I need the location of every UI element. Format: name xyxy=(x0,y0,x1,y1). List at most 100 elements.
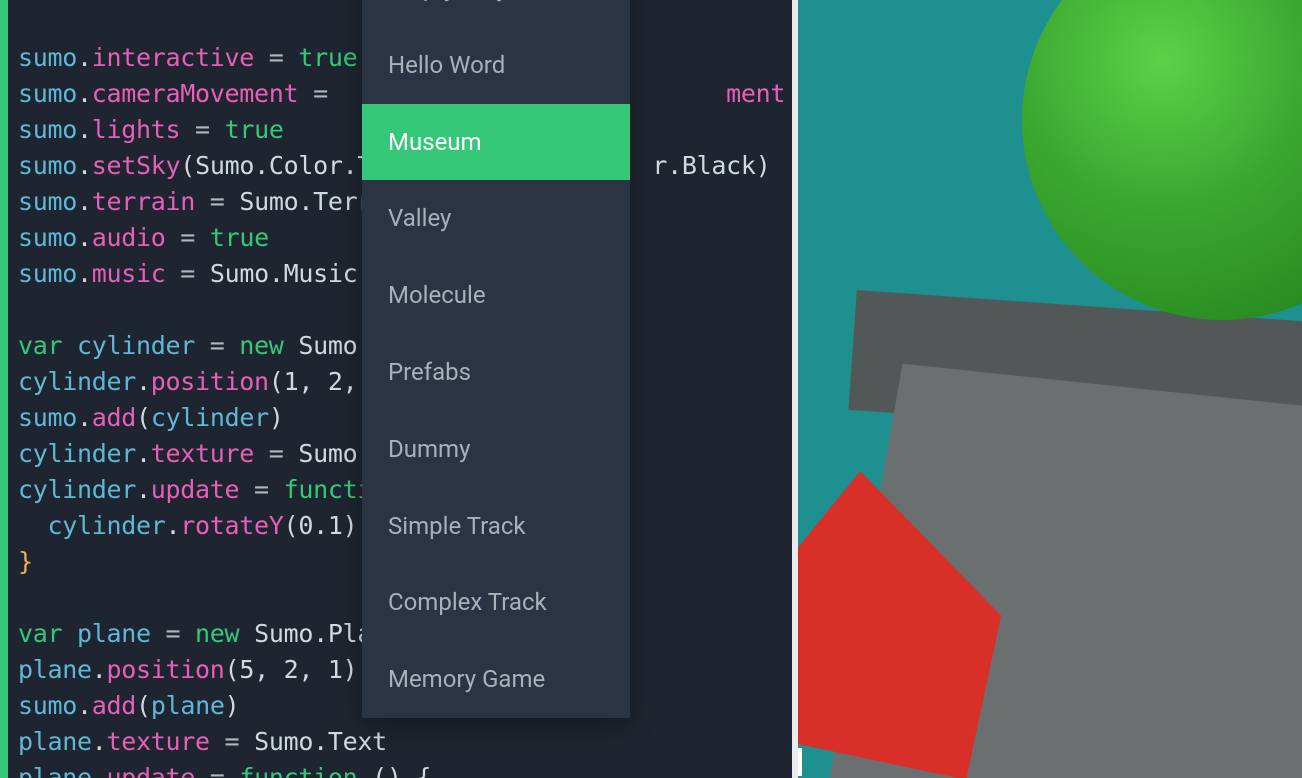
code-token: interactive xyxy=(92,43,254,72)
dropdown-item-simple-track[interactable]: Simple Track xyxy=(362,488,630,565)
code-token: ) xyxy=(343,511,358,540)
code-token: = xyxy=(195,187,239,216)
code-token: . xyxy=(92,763,107,778)
code-token: = xyxy=(195,763,239,778)
code-token: . xyxy=(785,79,788,108)
dropdown-item-hello-word[interactable]: Hello Word xyxy=(362,27,630,104)
code-token: ( xyxy=(225,655,240,684)
code-token: . xyxy=(77,187,92,216)
code-token: ( xyxy=(284,511,299,540)
dropdown-item-valley[interactable]: Valley xyxy=(362,180,630,257)
code-token: ( xyxy=(136,691,151,720)
code-token: , xyxy=(254,655,284,684)
editor-gutter-highlight xyxy=(0,0,8,778)
code-token: plane xyxy=(18,727,92,756)
preview-viewport[interactable] xyxy=(792,0,1302,778)
code-token: Sumo xyxy=(239,187,298,216)
code-token: 2 xyxy=(328,367,343,396)
code-token: . xyxy=(136,475,151,504)
code-token: terrain xyxy=(92,187,195,216)
code-token: setSky xyxy=(92,151,181,180)
code-token: . xyxy=(254,151,269,180)
code-token: . xyxy=(92,655,107,684)
code-line[interactable]: plane.texture = Sumo.Text xyxy=(18,724,788,760)
code-token: . xyxy=(77,115,92,144)
code-token: Color xyxy=(269,151,343,180)
code-token: ) xyxy=(269,403,284,432)
code-token: Sumo xyxy=(298,439,357,468)
code-token: . xyxy=(343,151,358,180)
code-token: Sumo xyxy=(298,331,357,360)
code-token: plane xyxy=(151,691,225,720)
code-token: . xyxy=(166,511,181,540)
code-token: . xyxy=(667,151,682,180)
code-token: = xyxy=(210,727,254,756)
code-token: () { xyxy=(372,763,431,778)
code-token: plane xyxy=(18,655,92,684)
code-token: ) xyxy=(756,151,771,180)
code-token: = xyxy=(166,223,210,252)
code-token: true xyxy=(298,43,357,72)
dropdown-item-prefabs[interactable]: Prefabs xyxy=(362,334,630,411)
code-token: = xyxy=(166,259,210,288)
code-token: cylinder xyxy=(18,475,136,504)
code-token: position xyxy=(107,655,225,684)
code-token: new xyxy=(239,331,298,360)
code-token: . xyxy=(77,403,92,432)
dropdown-item-molecule[interactable]: Molecule xyxy=(362,257,630,334)
code-token: = xyxy=(195,331,239,360)
code-token: sumo xyxy=(18,43,77,72)
code-token: } xyxy=(18,547,33,576)
dropdown-item-complex-track[interactable]: Complex Track xyxy=(362,564,630,641)
code-token: = xyxy=(151,619,195,648)
code-token: sumo xyxy=(18,151,77,180)
code-token: sumo xyxy=(18,79,77,108)
code-token: true xyxy=(225,115,284,144)
code-token: = xyxy=(180,115,224,144)
code-token: . xyxy=(269,259,284,288)
code-line[interactable]: plane.update = function () { xyxy=(18,760,788,778)
code-token: position xyxy=(151,367,269,396)
dropdown-item-dummy[interactable]: Dummy xyxy=(362,411,630,488)
code-token: update xyxy=(107,763,196,778)
code-token: cylinder xyxy=(18,439,136,468)
dropdown-item-museum[interactable]: Museum xyxy=(362,104,630,181)
code-token: plane xyxy=(77,619,151,648)
code-token: add xyxy=(92,403,136,432)
code-token: Sumo xyxy=(254,619,313,648)
dropdown-item-memory-game[interactable]: Memory Game xyxy=(362,641,630,718)
code-token: 0.1 xyxy=(298,511,342,540)
code-token: cylinder xyxy=(77,331,195,360)
code-token: ( xyxy=(180,151,195,180)
dropdown-item-empty-project[interactable]: Empty Project xyxy=(362,0,630,27)
code-token: var xyxy=(18,619,77,648)
code-token: audio xyxy=(92,223,166,252)
code-token: ( xyxy=(269,367,284,396)
code-token: . xyxy=(136,439,151,468)
code-token: var xyxy=(18,331,77,360)
code-token: Music xyxy=(284,259,358,288)
text-cursor xyxy=(796,748,802,776)
code-token: plane xyxy=(18,763,92,778)
code-token: Text xyxy=(328,727,387,756)
template-dropdown[interactable]: Empty ProjectHello WordMuseumValleyMolec… xyxy=(362,0,630,718)
code-token: sumo xyxy=(18,403,77,432)
code-token: . xyxy=(92,727,107,756)
code-token: update xyxy=(151,475,240,504)
code-token: . xyxy=(77,43,92,72)
code-token: , xyxy=(298,655,328,684)
code-token: cylinder xyxy=(18,367,136,396)
code-token: sumo xyxy=(18,187,77,216)
code-token: . xyxy=(313,619,328,648)
code-token: Sumo xyxy=(210,259,269,288)
code-token: cylinder xyxy=(151,403,269,432)
code-token: ) xyxy=(343,655,358,684)
code-token: add xyxy=(92,691,136,720)
scene-render xyxy=(798,0,1302,778)
code-token: Black xyxy=(682,151,756,180)
code-token: = xyxy=(254,439,298,468)
code-token: cameraMovement xyxy=(92,79,299,108)
code-token: . xyxy=(77,691,92,720)
code-token: lights xyxy=(92,115,181,144)
code-editor[interactable]: sumo.interactive = truesumo.cameraMoveme… xyxy=(8,0,788,778)
